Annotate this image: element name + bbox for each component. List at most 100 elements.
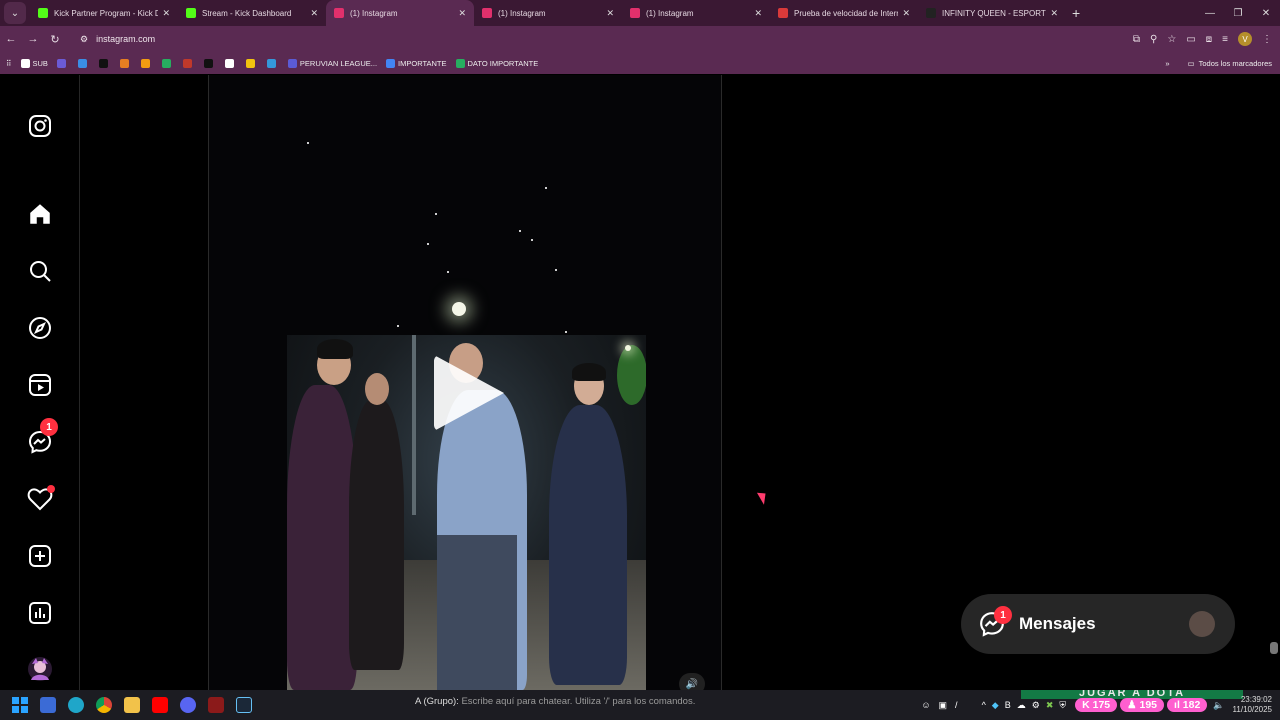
close-tab-icon[interactable]: ✕: [606, 8, 614, 19]
tab-title: (1) Instagram: [498, 8, 546, 18]
bookmark-item[interactable]: PERUVIAN LEAGUE...: [287, 58, 377, 68]
stats-count: 182: [1182, 699, 1201, 711]
open-app-icon[interactable]: ⧉: [1133, 34, 1140, 45]
bookmark-star-icon[interactable]: ☆: [1167, 34, 1176, 45]
steam-icon[interactable]: [230, 691, 258, 719]
forward-button[interactable]: →: [22, 33, 44, 45]
play-icon[interactable]: [434, 355, 504, 431]
explore-icon[interactable]: [26, 314, 54, 342]
tray-app-icon[interactable]: ◆: [992, 700, 999, 711]
tray-steam-icon[interactable]: ⚙: [1032, 700, 1040, 711]
tab-strip: ⌄ Kick Partner Program - Kick Da ✕ Stream …: [0, 0, 1280, 26]
tab-search-button[interactable]: ⌄: [4, 2, 26, 24]
bookmark-item[interactable]: [266, 58, 279, 68]
bookmark-item[interactable]: [203, 58, 216, 68]
youtube-icon[interactable]: [146, 691, 174, 719]
more-bookmarks-icon[interactable]: »: [1165, 59, 1169, 68]
scrollbar[interactable]: [1270, 642, 1278, 654]
windows-start-icon[interactable]: [6, 691, 34, 719]
extensions-icon[interactable]: ⧈: [1206, 34, 1212, 45]
notifications-icon[interactable]: [26, 485, 55, 513]
restore-button[interactable]: ❐: [1224, 8, 1252, 19]
close-tab-icon[interactable]: ✕: [310, 8, 318, 19]
cast-icon[interactable]: ▭: [1186, 34, 1195, 45]
create-icon[interactable]: [26, 542, 54, 570]
zoom-icon[interactable]: ⚲: [1150, 34, 1157, 45]
instagram-logo-icon[interactable]: [26, 112, 54, 140]
bookmark-favicon-icon: [119, 58, 129, 68]
bookmark-item[interactable]: [224, 58, 237, 68]
browser-tab[interactable]: (1) Instagram ✕: [326, 0, 474, 26]
notifications-dot: [47, 485, 55, 493]
clock[interactable]: 23:39:02 11/10/2025: [1233, 695, 1272, 715]
reels-icon[interactable]: [26, 371, 54, 399]
all-bookmarks-link[interactable]: Todos los marcadores: [1199, 59, 1272, 68]
close-tab-icon[interactable]: ✕: [754, 8, 762, 19]
close-tab-icon[interactable]: ✕: [1050, 8, 1058, 19]
bookmark-item[interactable]: [182, 58, 195, 68]
tab-title: INFINITY QUEEN - ESPORTS FE: [942, 8, 1046, 18]
bookmark-item[interactable]: [56, 58, 69, 68]
tab-title: Prueba de velocidad de Interne: [794, 8, 899, 18]
browser-tab[interactable]: INFINITY QUEEN - ESPORTS FE ✕: [918, 0, 1066, 26]
tab-title: Kick Partner Program - Kick Da: [54, 8, 159, 18]
site-info-icon[interactable]: ⚙: [80, 34, 88, 45]
home-icon[interactable]: [26, 200, 54, 228]
slash-icon[interactable]: /: [955, 700, 958, 710]
dota-app-icon[interactable]: [202, 691, 230, 719]
chat-hint-text: Escribe aquí para chatear. Utiliza '/' p…: [461, 696, 696, 707]
folder-app-icon[interactable]: [118, 691, 146, 719]
address-bar[interactable]: ⚙ instagram.com: [74, 29, 1134, 49]
tray-shield-icon[interactable]: ⛨: [1059, 700, 1066, 711]
browser-tab[interactable]: Kick Partner Program - Kick Da ✕: [30, 0, 178, 26]
bookmark-item[interactable]: DATO IMPORTANTE: [455, 58, 538, 68]
close-tab-icon[interactable]: ✕: [458, 8, 466, 19]
dashboard-icon[interactable]: [26, 599, 54, 627]
tray-overflow-icon[interactable]: ^: [982, 700, 986, 710]
bookmark-item[interactable]: [161, 58, 174, 68]
messenger-icon[interactable]: 1: [26, 418, 58, 456]
bookmark-favicon-icon: [20, 58, 30, 68]
reload-button[interactable]: ↻: [44, 33, 66, 46]
speaker-icon[interactable]: 🔈: [1213, 700, 1224, 711]
bookmark-item[interactable]: [140, 58, 153, 68]
bookmark-favicon-icon: [56, 58, 66, 68]
tray-b-icon[interactable]: B: [1005, 700, 1011, 710]
volume-icon[interactable]: 🔊: [679, 673, 705, 690]
browser-tab[interactable]: (1) Instagram ✕: [474, 0, 622, 26]
close-tab-icon[interactable]: ✕: [162, 8, 170, 19]
apps-icon[interactable]: ⠿: [6, 59, 12, 68]
media-icon[interactable]: ≡: [1222, 34, 1228, 45]
emoji-icon[interactable]: ☺: [921, 700, 930, 710]
bookmark-item[interactable]: [119, 58, 132, 68]
messages-bar[interactable]: 1 Mensajes: [961, 594, 1235, 654]
bookmark-item[interactable]: [245, 58, 258, 68]
tray-cloud-icon[interactable]: ☁: [1017, 700, 1026, 711]
profile-avatar-button[interactable]: V: [1238, 32, 1252, 46]
search-icon[interactable]: [26, 257, 54, 285]
profile-avatar[interactable]: [26, 655, 54, 683]
game-chat-hint[interactable]: A (Grupo): Escribe aquí para chatear. Ut…: [415, 696, 695, 707]
reel-video[interactable]: 🔊: [208, 75, 722, 690]
bookmark-item[interactable]: IMPORTANTE: [386, 58, 447, 68]
bookmark-item[interactable]: [77, 58, 90, 68]
discord-icon[interactable]: [174, 691, 202, 719]
browser-tab[interactable]: (1) Instagram ✕: [622, 0, 770, 26]
bookmark-item[interactable]: [98, 58, 111, 68]
tray-xbox-icon[interactable]: ✖: [1046, 700, 1054, 711]
browser-tab[interactable]: Stream - Kick Dashboard ✕: [178, 0, 326, 26]
explorer-app-icon[interactable]: [34, 691, 62, 719]
edge-icon[interactable]: [62, 691, 90, 719]
kick-followers-badge: K 175: [1075, 698, 1118, 712]
menu-icon[interactable]: ⋮: [1262, 34, 1272, 45]
browser-tab[interactable]: Prueba de velocidad de Interne ✕: [770, 0, 918, 26]
minimize-button[interactable]: —: [1196, 8, 1224, 19]
bookmark-item[interactable]: SUB: [20, 58, 48, 68]
back-button[interactable]: ←: [0, 33, 22, 45]
screenshot-icon[interactable]: ▣: [939, 700, 948, 711]
chrome-icon[interactable]: [90, 691, 118, 719]
new-tab-button[interactable]: +: [1072, 5, 1080, 21]
close-tab-icon[interactable]: ✕: [902, 8, 910, 19]
close-window-button[interactable]: ✕: [1252, 8, 1280, 19]
url-text: instagram.com: [96, 34, 156, 44]
